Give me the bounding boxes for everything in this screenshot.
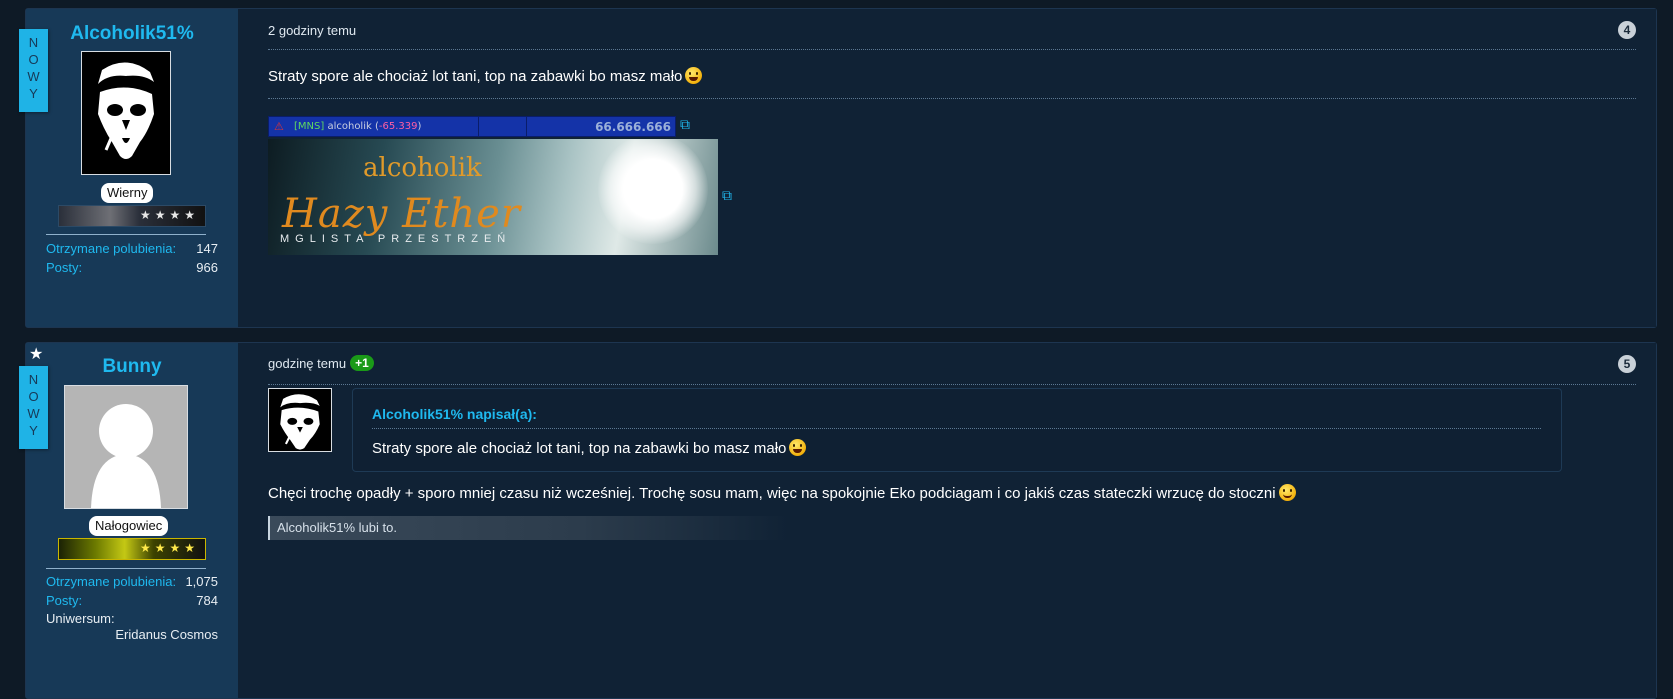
post-message: Chęci trochę opadły + sporo mniej czasu …: [268, 484, 1296, 502]
username[interactable]: Bunny: [26, 356, 238, 378]
user-sidebar: NOWY Alcoholik51% Wierny ★★★★ Otrzymane …: [19, 9, 238, 327]
signature-statusbar[interactable]: ⚠ [MNS] alcoholik (-65.339) 66.666.666: [268, 116, 676, 137]
quote-block: Alcoholik51% napisał(a): Straty spore al…: [352, 388, 1562, 472]
sidebar-divider: [46, 234, 206, 235]
ribbon-text: NOWY: [26, 35, 41, 103]
ribbon-text: NOWY: [26, 372, 41, 440]
external-link-icon[interactable]: ⧉: [722, 187, 732, 204]
tongue-smiley-icon: [789, 439, 807, 456]
post-main: godzinę temu +1 5 Alcoholik51% napisał(a)…: [238, 343, 1656, 698]
external-link-icon[interactable]: ⧉: [680, 116, 690, 133]
post-number[interactable]: 4: [1618, 21, 1636, 39]
rank-bar: ★★★★: [58, 538, 206, 560]
quote-divider: [372, 428, 1541, 429]
post-message-text: Chęci trochę opadły + sporo mniej czasu …: [268, 485, 1276, 502]
new-user-ribbon: NOWY: [19, 366, 48, 449]
quote-text: Straty spore ale chociaż lot tani, top n…: [372, 439, 807, 457]
signature-divider: [268, 98, 1636, 99]
username[interactable]: Alcoholik51%: [26, 23, 238, 45]
banner-subtitle: MGLISTA PRZESTRZEŃ: [280, 233, 512, 245]
signature-banner[interactable]: alcoholik Hazy Ether MGLISTA PRZESTRZEŃ: [268, 139, 718, 255]
sig-cell-divider: [526, 117, 527, 136]
quoted-user-avatar[interactable]: [268, 388, 332, 452]
likes-received-label: Otrzymane polubienia:: [46, 241, 177, 256]
header-divider: [268, 384, 1636, 385]
banner-main: Hazy Ether: [282, 191, 521, 237]
universe-label: Uniwersum:: [46, 611, 115, 626]
post-timestamp-text[interactable]: godzinę temu: [268, 356, 346, 371]
likes-bar[interactable]: Alcoholik51% lubi to.: [268, 516, 788, 540]
avatar[interactable]: [64, 385, 188, 509]
post-message: Straty spore ale chociaż lot tani, top n…: [268, 67, 703, 85]
user-rank: Wierny: [101, 183, 154, 203]
quote-text-content: Straty spore ale chociaż lot tani, top n…: [372, 440, 787, 457]
posts-value: 784: [196, 593, 218, 608]
rank-bar: ★★★★: [58, 205, 206, 227]
rank-stars: ★★★★: [139, 541, 199, 555]
post-timestamp[interactable]: 2 godziny temu: [268, 23, 356, 38]
posts-value: 966: [196, 260, 218, 275]
tongue-smiley-icon: [685, 67, 703, 84]
likes-received-label: Otrzymane polubienia:: [46, 574, 177, 589]
post-timestamp[interactable]: godzinę temu +1: [268, 355, 374, 371]
post-number[interactable]: 5: [1618, 355, 1636, 373]
smile-icon: [1278, 484, 1296, 501]
avatar[interactable]: [81, 51, 171, 175]
warning-icon: ⚠: [274, 120, 284, 133]
user-rank: Nałogowiec: [89, 516, 169, 536]
quote-author[interactable]: Alcoholik51% napisał(a):: [372, 406, 537, 422]
universe-value: Eridanus Cosmos: [115, 627, 218, 642]
post-main: 2 godziny temu 4 Straty spore ale chocia…: [238, 9, 1656, 327]
banner-title: alcoholik: [363, 153, 482, 183]
sig-cell-divider: [478, 117, 479, 136]
likes-received-value: 147: [196, 241, 218, 256]
post-message-text: Straty spore ale chociaż lot tani, top n…: [268, 68, 683, 85]
sig-score: 66.666.666: [595, 120, 671, 134]
user-sidebar: ★ NOWY Bunny Nałogowiec ★★★★ Otrzymane p…: [19, 343, 238, 698]
rank-stars: ★★★★: [139, 208, 199, 222]
header-divider: [268, 49, 1636, 50]
likes-received-value: 1,075: [185, 574, 218, 589]
post-4: NOWY Alcoholik51% Wierny ★★★★ Otrzymane …: [19, 8, 1657, 328]
banner-sun: [598, 139, 708, 244]
posts-label: Posty:: [46, 260, 83, 275]
posts-label: Posty:: [46, 593, 83, 608]
reaction-badge[interactable]: +1: [350, 355, 374, 371]
post-5: ★ NOWY Bunny Nałogowiec ★★★★ Otrzymane p…: [19, 342, 1657, 699]
sig-player: [MNS] alcoholik (-65.339): [294, 121, 422, 132]
sidebar-divider: [46, 568, 206, 569]
